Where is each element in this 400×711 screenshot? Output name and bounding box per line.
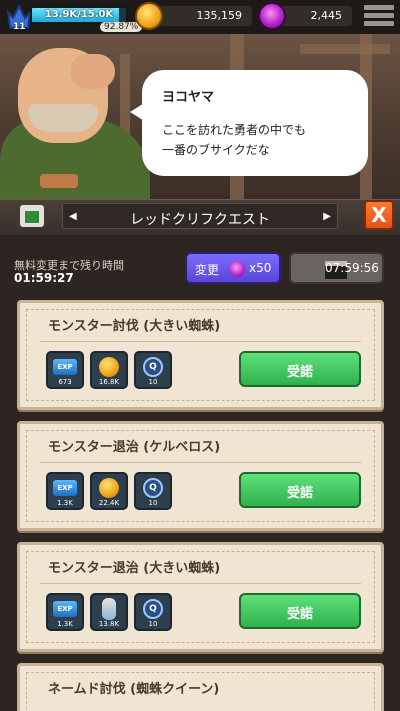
reward-quest-medal: Q 10: [134, 472, 172, 510]
quest-region-title: レッドクリフクエスト: [130, 212, 270, 228]
quest-region-selector: ◀ レッドクリフクエスト ▶: [62, 203, 338, 229]
quest-card: モンスター退治 (ケルベロス) EXP 1.3K 22.4K Q 10 受諾: [17, 421, 384, 531]
top-hud: 11 13.9K/15.0K 92.87% 135,159 2,445: [0, 0, 400, 34]
change-label: 変更: [195, 263, 220, 277]
gem-amount: 2,445: [310, 9, 343, 22]
town-icon[interactable]: [20, 205, 44, 227]
quest-medal-icon: Q: [143, 599, 163, 619]
menu-icon[interactable]: [364, 5, 394, 29]
gold-coin-icon: [135, 2, 163, 30]
close-button[interactable]: X: [364, 200, 394, 230]
potion-icon: [102, 598, 116, 620]
ad-timer: 07:59:56: [325, 261, 379, 275]
gold-counter: 135,159: [150, 6, 252, 26]
reward-quest-medal: Q 10: [134, 351, 172, 389]
reward-potion: 13.8K: [90, 593, 128, 631]
quest-medal-icon: Q: [143, 357, 163, 377]
reward-exp: EXP 1.3K: [46, 593, 84, 631]
reward-exp: EXP 673: [46, 351, 84, 389]
free-change-timer: 01:59:27: [14, 271, 74, 285]
reward-quest-medal: Q 10: [134, 593, 172, 631]
gem-icon: [229, 261, 245, 277]
accept-button[interactable]: 受諾: [239, 472, 361, 508]
quest-title: モンスター退治 (ケルベロス): [48, 440, 221, 455]
exp-icon: EXP: [53, 480, 77, 496]
reward-gold: 16.8K: [90, 351, 128, 389]
quest-title: ネームド討伐 (蜘蛛クイーン): [48, 682, 220, 697]
watch-ad-button[interactable]: 07:59:56: [289, 252, 384, 284]
exp-icon: EXP: [53, 359, 77, 375]
quest-card: モンスター退治 (大きい蜘蛛) EXP 1.3K 13.8K Q 10 受諾: [17, 542, 384, 652]
quest-card: ネームド討伐 (蜘蛛クイーン): [17, 663, 384, 711]
xp-percent: 92.87%: [100, 22, 143, 32]
quest-card: モンスター討伐 (大きい蜘蛛) EXP 673 16.8K Q 10 受諾: [17, 300, 384, 410]
player-level: 11: [13, 22, 26, 32]
gem-icon[interactable]: [258, 2, 286, 30]
gold-coin-icon: [99, 478, 119, 498]
xp-text: 13.9K/15.0K: [44, 9, 114, 20]
quest-title: モンスター退治 (大きい蜘蛛): [48, 561, 221, 576]
gold-amount: 135,159: [196, 9, 243, 22]
reward-exp: EXP 1.3K: [46, 472, 84, 510]
dialogue-text: ここを訪れた勇者の中でも 一番のブサイクだな: [162, 123, 307, 157]
change-cost: x50: [249, 261, 272, 275]
close-icon: X: [371, 203, 387, 227]
speech-bubble[interactable]: ヨコヤマ ここを訪れた勇者の中でも 一番のブサイクだな: [142, 70, 368, 176]
change-quests-button[interactable]: 変更 x50: [185, 252, 281, 284]
speaker-name: ヨコヤマ: [162, 90, 215, 105]
quest-title: モンスター討伐 (大きい蜘蛛): [48, 319, 221, 334]
accept-button[interactable]: 受諾: [239, 593, 361, 629]
accept-button[interactable]: 受諾: [239, 351, 361, 387]
quest-medal-icon: Q: [143, 478, 163, 498]
gold-coin-icon: [99, 357, 119, 377]
reward-gold: 22.4K: [90, 472, 128, 510]
next-arrow-icon[interactable]: ▶: [323, 211, 331, 222]
exp-icon: EXP: [53, 601, 77, 617]
